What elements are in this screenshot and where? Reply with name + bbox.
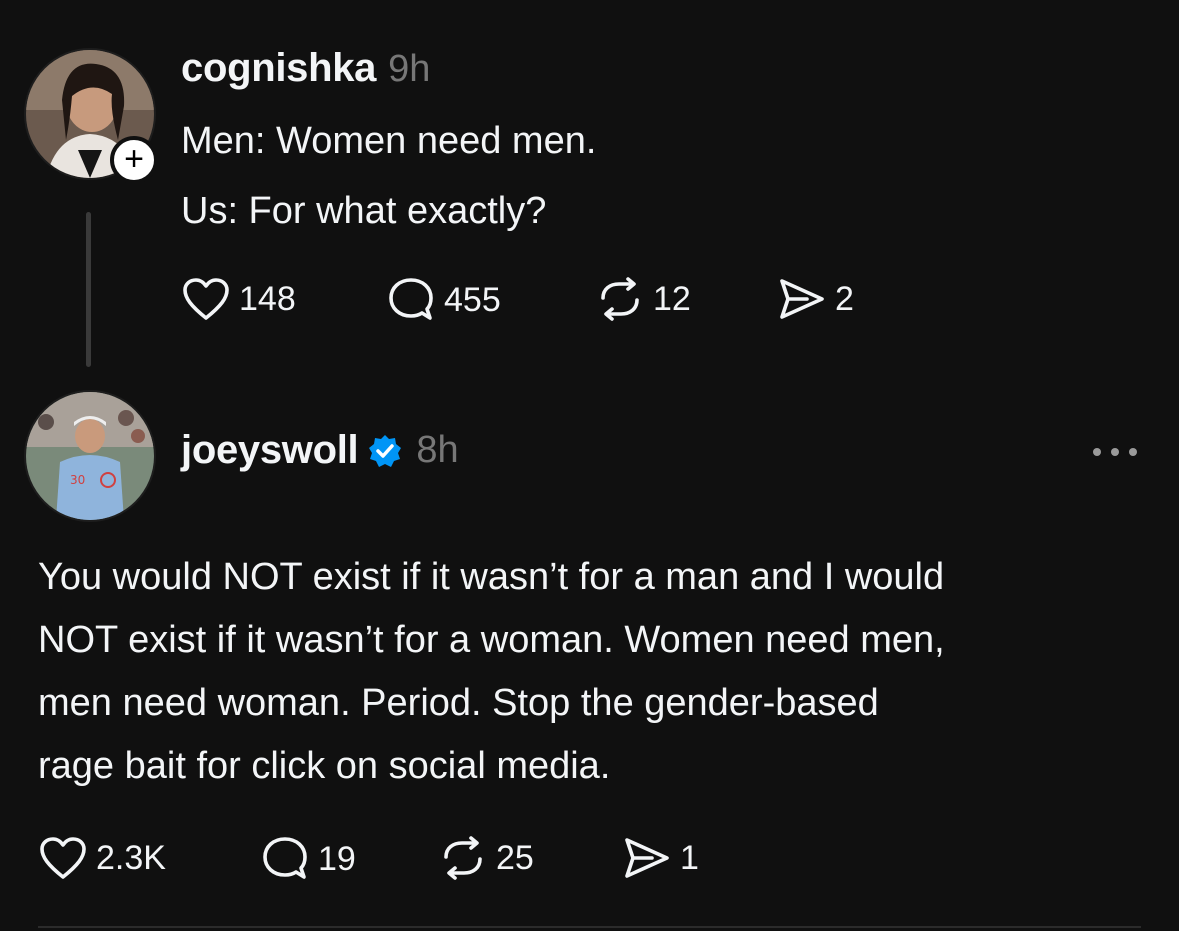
avatar[interactable]: 30 [24, 390, 156, 522]
share-count: 1 [680, 838, 699, 877]
share-count: 2 [835, 279, 854, 318]
more-icon [1093, 448, 1137, 456]
post-line: NOT exist if it wasn’t for a woman. Wome… [38, 619, 945, 661]
post-line: Us: For what exactly? [181, 190, 547, 232]
send-icon [780, 279, 824, 319]
post-line: rage bait for click on social media. [38, 745, 611, 787]
post-time: 8h [416, 429, 459, 471]
post-line: You would NOT exist if it wasn’t for a m… [38, 556, 945, 598]
post-text: You would NOT exist if it wasn’t for a m… [38, 546, 1158, 798]
comment-icon [389, 278, 433, 320]
heart-icon [183, 278, 229, 320]
share-button[interactable]: 1 [622, 835, 699, 881]
comment-icon [263, 837, 307, 879]
svg-text:30: 30 [70, 473, 85, 487]
username[interactable]: cognishka [181, 46, 376, 91]
action-bar: 2.3K 19 25 1 [38, 835, 758, 883]
verified-badge-icon [369, 434, 402, 467]
post-header: cognishka 9h [181, 46, 430, 91]
post-line: Men: Women need men. [181, 120, 597, 162]
repost-button[interactable]: 12 [595, 276, 691, 322]
reply-button[interactable]: 19 [260, 835, 356, 883]
like-button[interactable]: 148 [181, 276, 296, 322]
share-button[interactable]: 2 [777, 276, 854, 322]
like-button[interactable]: 2.3K [38, 835, 166, 881]
reply-count: 455 [444, 280, 501, 319]
action-bar: 148 455 12 2 [181, 276, 901, 324]
repost-count: 12 [653, 279, 691, 318]
reply-button[interactable]: 455 [386, 276, 501, 324]
reply-count: 19 [318, 839, 356, 878]
heart-icon [40, 837, 86, 879]
thread-line [86, 212, 91, 367]
more-options-button[interactable] [1090, 432, 1140, 481]
repost-count: 25 [496, 838, 534, 877]
send-icon [625, 838, 669, 878]
repost-button[interactable]: 25 [438, 835, 534, 881]
divider [38, 926, 1141, 928]
post-text: Men: Women need men. Us: For what exactl… [181, 106, 596, 246]
profile-photo-icon: 30 [26, 392, 154, 520]
like-count: 148 [239, 279, 296, 318]
username[interactable]: joeyswoll [181, 428, 359, 473]
repost-icon [444, 836, 482, 880]
plus-icon: + [124, 140, 144, 178]
post-header: joeyswoll 8h [181, 428, 459, 473]
repost-icon [601, 277, 639, 321]
follow-plus-button[interactable]: + [110, 136, 158, 184]
like-count: 2.3K [96, 838, 166, 877]
post-time: 9h [388, 48, 431, 90]
post-line: men need woman. Period. Stop the gender-… [38, 682, 879, 724]
